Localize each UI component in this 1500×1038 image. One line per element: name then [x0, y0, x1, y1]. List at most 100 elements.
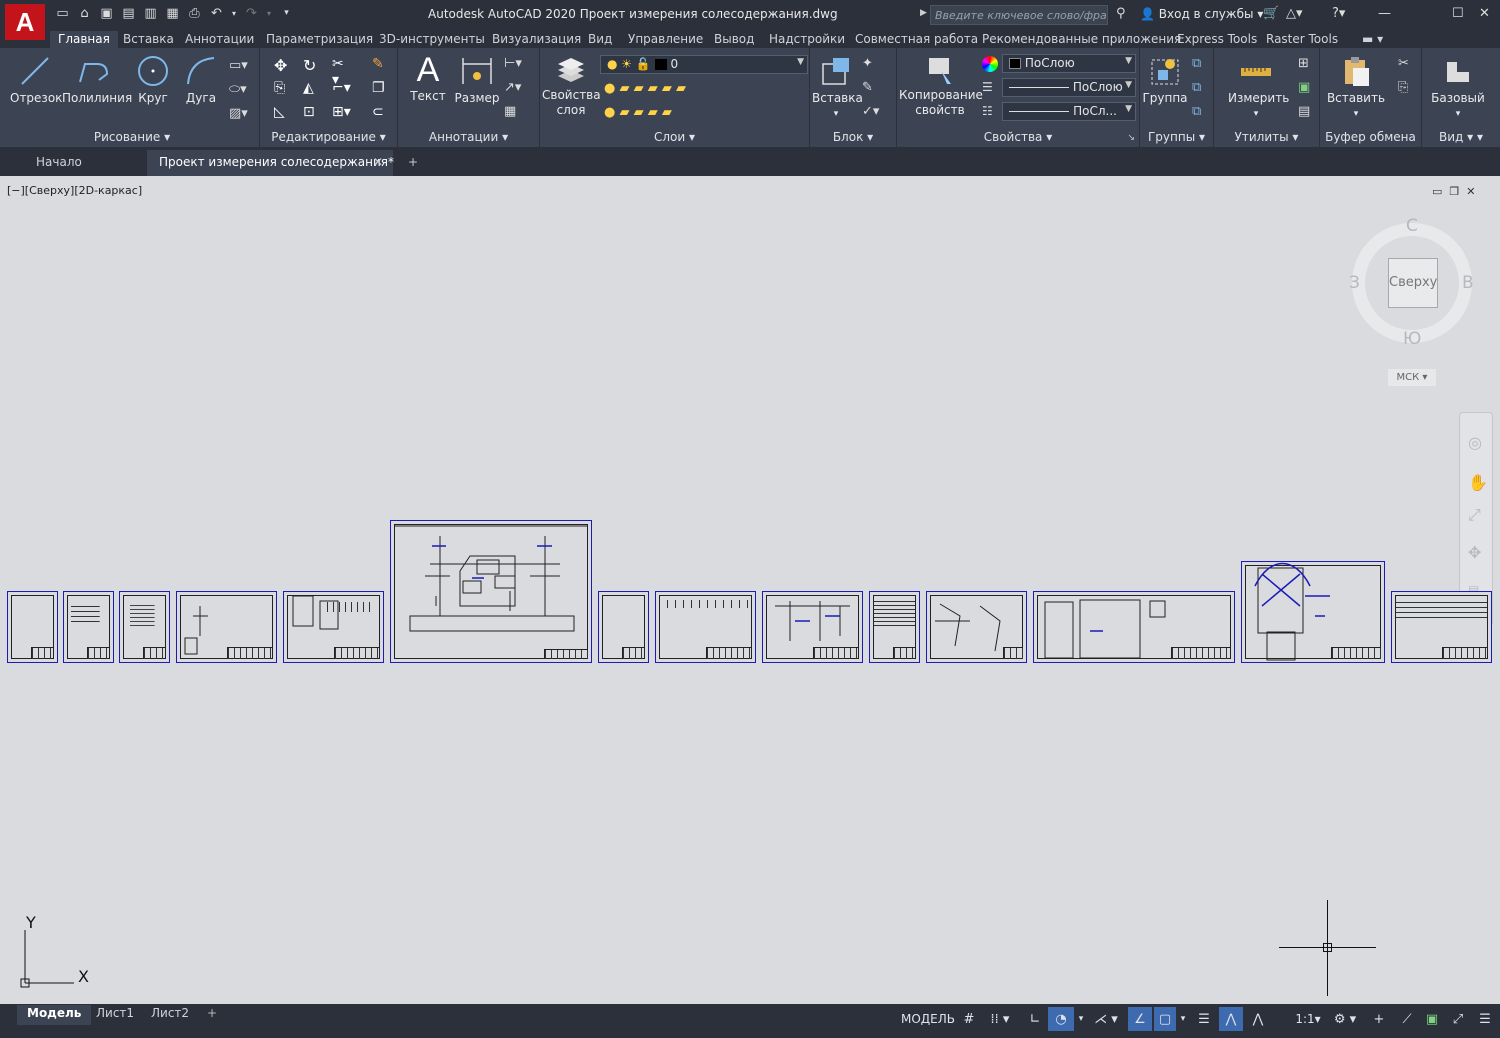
lineweight-toggle-icon[interactable]: ☰: [1192, 1007, 1216, 1031]
tab-home[interactable]: Главная: [50, 31, 118, 48]
lineweight-dropdown[interactable]: ПоСл... ▼: [1002, 102, 1136, 121]
annotation-visibility-icon[interactable]: ⋀: [1219, 1007, 1243, 1031]
panel-utilities-title[interactable]: Утилиты ▾: [1214, 130, 1319, 144]
group-button[interactable]: Группа: [1142, 54, 1188, 105]
offset-icon[interactable]: ⊂: [372, 104, 388, 120]
calculator-icon[interactable]: ▤: [1298, 104, 1314, 120]
scale-icon[interactable]: ⊡: [303, 104, 319, 120]
save-as-icon[interactable]: ▤: [120, 5, 137, 22]
erase-icon[interactable]: ✎: [372, 56, 388, 72]
autodesk-a360-icon[interactable]: △▾: [1286, 6, 1303, 21]
tab-output[interactable]: Вывод: [706, 31, 762, 48]
group-select-icon[interactable]: ⧉: [1192, 104, 1208, 120]
copy-icon[interactable]: ⎘: [274, 80, 290, 96]
object-snap-tracking-icon[interactable]: ∠: [1128, 1007, 1152, 1031]
stretch-icon[interactable]: ◺: [274, 104, 290, 120]
layout-tab-sheet1[interactable]: Лист1: [86, 1005, 144, 1025]
save-icon[interactable]: ▣: [98, 5, 115, 22]
quick-select-icon[interactable]: ⊞: [1298, 56, 1314, 72]
model-space-button[interactable]: МОДЕЛЬ: [900, 1007, 956, 1031]
layer-tools-row2-icon[interactable]: ● ▰ ▰ ▰ ▰: [604, 105, 724, 121]
arc-button[interactable]: Дуга: [181, 54, 221, 105]
explode-icon[interactable]: ❐: [372, 80, 388, 96]
base-view-button[interactable]: Базовый ▾: [1428, 54, 1488, 119]
polar-tracking-icon[interactable]: ◔: [1048, 1007, 1074, 1031]
customization-menu-icon[interactable]: ☰: [1474, 1007, 1496, 1031]
clean-screen-icon[interactable]: ⤢: [1446, 1007, 1470, 1031]
rotate-icon[interactable]: ↻: [303, 56, 319, 75]
layer-tools-row1-icon[interactable]: ● ▰ ▰ ▰ ▰ ▰: [604, 81, 724, 97]
publish-icon[interactable]: ▦: [164, 5, 181, 22]
tab-insert[interactable]: Вставка: [115, 31, 182, 48]
copy-clip-icon[interactable]: ⎘: [1398, 80, 1414, 96]
panel-view-title[interactable]: Вид ▾ ▾: [1422, 130, 1500, 144]
ortho-icon[interactable]: ∟: [1024, 1007, 1046, 1031]
ellipse-icon[interactable]: ⬭▾: [229, 82, 247, 98]
open-file-icon[interactable]: ⌂: [76, 5, 93, 22]
text-button[interactable]: A Текст: [406, 52, 450, 103]
workspace-gear-icon[interactable]: ⚙ ▾: [1328, 1007, 1362, 1031]
close-tab-icon[interactable]: ✕: [373, 150, 383, 175]
cart-icon[interactable]: 🛒: [1263, 6, 1279, 21]
drawing-canvas[interactable]: [−][Сверху][2D-каркас] ▭ ❐ ✕ Сверху С Ю …: [0, 176, 1500, 1004]
edit-attributes-icon[interactable]: ✓▾: [862, 104, 879, 120]
dimension-button[interactable]: Размер: [454, 54, 500, 105]
tab-collaborate[interactable]: Совместная работа: [847, 31, 986, 48]
panel-groups-title[interactable]: Группы ▾: [1140, 130, 1213, 144]
panel-modify-title[interactable]: Редактирование ▾: [260, 130, 397, 144]
customize-qat-icon[interactable]: ▾: [278, 5, 295, 22]
plot-icon[interactable]: ⎙: [186, 5, 203, 22]
linear-dimension-icon[interactable]: ⊢▾: [504, 56, 522, 72]
polar-dropdown-icon[interactable]: ▾: [1076, 1007, 1086, 1031]
tab-current-drawing[interactable]: Проект измерения солесодержания* ✕: [147, 150, 394, 176]
tab-annotate[interactable]: Аннотации: [177, 31, 262, 48]
fillet-icon[interactable]: ⌐▾: [332, 80, 351, 96]
linetype-dropdown[interactable]: ПоСлою ▼: [1002, 78, 1136, 97]
redo-dropdown-icon[interactable]: ▾: [265, 5, 273, 22]
line-button[interactable]: Отрезок: [10, 54, 62, 105]
panel-clipboard-title[interactable]: Буфер обмена: [1320, 130, 1421, 144]
cut-icon[interactable]: ✂: [1398, 56, 1414, 72]
panel-draw-title[interactable]: Рисование ▾: [5, 130, 259, 144]
minimize-icon[interactable]: —: [1378, 6, 1391, 21]
edit-block-icon[interactable]: ✎: [862, 80, 878, 96]
ribbon-minimize-icon[interactable]: ▬ ▾: [1354, 31, 1391, 48]
web-mobile-icon[interactable]: ▥: [142, 5, 159, 22]
help-icon[interactable]: ?▾: [1332, 6, 1345, 21]
undo-icon[interactable]: ↶: [208, 5, 225, 22]
add-layout-button[interactable]: +: [197, 1005, 227, 1025]
new-file-icon[interactable]: ▭: [54, 5, 71, 22]
paste-button[interactable]: Вставить ▾: [1326, 54, 1386, 119]
trim-icon[interactable]: ✂▾: [332, 56, 348, 88]
lineweight-icon[interactable]: ☷: [982, 104, 998, 120]
search-input[interactable]: Введите ключевое слово/фразу: [930, 5, 1108, 25]
maximize-icon[interactable]: ☐: [1452, 6, 1464, 21]
tab-3d-tools[interactable]: 3D-инструменты: [371, 31, 493, 48]
tab-express-tools[interactable]: Express Tools: [1169, 31, 1265, 48]
annotation-scale-dropdown[interactable]: 1:1 ▾: [1292, 1007, 1324, 1031]
new-tab-button[interactable]: +: [396, 150, 430, 176]
signin-menu[interactable]: 👤 Вход в службы ▾: [1140, 7, 1263, 21]
tab-view[interactable]: Вид: [580, 31, 620, 48]
ungroup-icon[interactable]: ⧉: [1192, 56, 1208, 72]
grid-icon[interactable]: #: [958, 1007, 980, 1031]
tab-featured-apps[interactable]: Рекомендованные приложения: [974, 31, 1189, 48]
tab-manage[interactable]: Управление: [620, 31, 711, 48]
layout-tab-model[interactable]: Модель: [17, 1005, 92, 1025]
layout-tab-sheet2[interactable]: Лист2: [141, 1005, 199, 1025]
tab-raster-tools[interactable]: Raster Tools: [1258, 31, 1346, 48]
snap-icon[interactable]: ⁞⁞ ▾: [984, 1007, 1016, 1031]
layer-dropdown[interactable]: ● ☀ 🔓 0 ▼: [600, 55, 808, 74]
polyline-button[interactable]: Полилиния: [62, 54, 132, 105]
object-snap-icon[interactable]: ▢: [1154, 1007, 1176, 1031]
insert-block-button[interactable]: Вставка ▾: [812, 54, 863, 119]
table-icon[interactable]: ▦: [504, 104, 520, 120]
close-icon[interactable]: ✕: [1479, 6, 1490, 21]
panel-properties-title[interactable]: Свойства ▾: [897, 130, 1139, 144]
move-icon[interactable]: ✥: [274, 56, 290, 75]
select-all-icon[interactable]: ▣: [1298, 80, 1314, 96]
rectangle-icon[interactable]: ▭▾: [229, 58, 248, 74]
hatch-icon[interactable]: ▨▾: [229, 106, 248, 122]
color-wheel-icon[interactable]: [982, 56, 998, 72]
binoculars-icon[interactable]: ⚲: [1116, 6, 1126, 21]
